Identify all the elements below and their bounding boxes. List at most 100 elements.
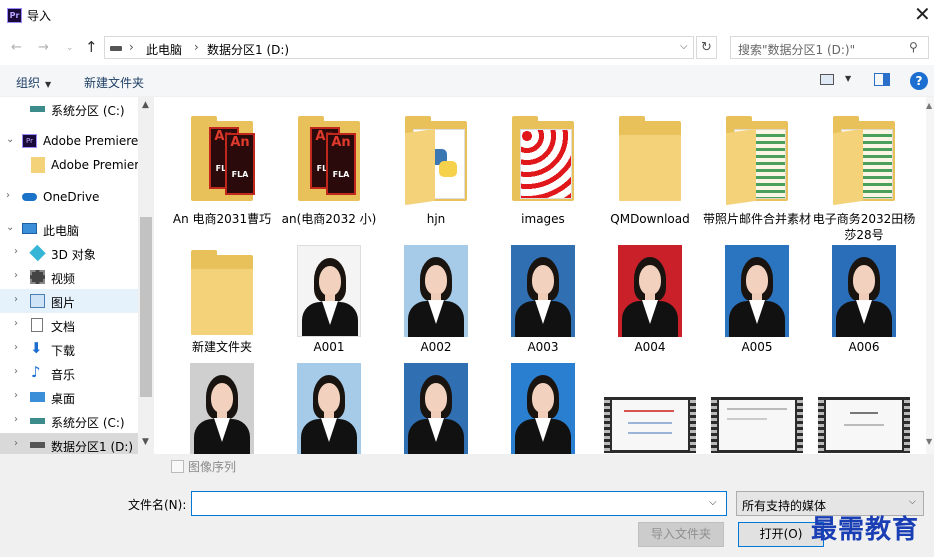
address-dropdown-icon[interactable]: ⌵	[680, 41, 688, 52]
breadcrumb-this-pc[interactable]: 此电脑	[146, 41, 182, 58]
filename-label: 文件名(N):	[128, 498, 187, 512]
nav-item-system-c[interactable]: › 系统分区 (C:)	[0, 409, 138, 433]
file-name: images	[521, 212, 565, 226]
file-list: An FLA An FLA An 电商2031曹巧 An FLA An FLA an(电…	[154, 97, 934, 454]
file-name: A002	[420, 340, 452, 354]
file-name: 新建文件夹	[191, 340, 252, 354]
video-thumbnail	[604, 397, 696, 453]
expand-chevron-icon[interactable]: ›	[14, 438, 18, 449]
an-folder-thumbnail: An FLA An FLA	[279, 109, 379, 209]
nav-item-desktop[interactable]: › 桌面	[0, 385, 138, 409]
import-folder-button[interactable]: 导入文件夹	[638, 522, 724, 547]
expand-chevron-icon[interactable]: ›	[14, 342, 18, 353]
download-icon: ⬇	[30, 339, 43, 357]
cloud-icon	[22, 193, 37, 201]
change-view-icon[interactable]	[820, 74, 834, 85]
refresh-icon[interactable]: ↻	[696, 36, 717, 59]
expand-chevron-icon[interactable]: ⌄	[6, 222, 14, 233]
filename-dropdown-icon[interactable]: ⌵	[709, 497, 717, 508]
scroll-down-icon[interactable]: ▼	[142, 437, 149, 447]
watermark-logo: 最需教育	[811, 515, 920, 545]
recent-locations-chevron-icon[interactable]: ⌄	[66, 43, 74, 53]
new-folder-button[interactable]: 新建文件夹	[84, 74, 144, 91]
expand-chevron-icon[interactable]: ›	[14, 294, 18, 305]
folder-icon	[726, 116, 788, 206]
nav-item-pictures[interactable]: › 图片	[0, 289, 138, 313]
video-icon	[30, 270, 45, 284]
organize-caret-icon: ▼	[45, 80, 52, 89]
expand-chevron-icon[interactable]: ⌄	[6, 134, 14, 145]
back-arrow-icon[interactable]: ←	[11, 40, 22, 55]
nav-item-label: OneDrive	[43, 190, 100, 204]
video-thumbnail	[711, 397, 803, 453]
video-thumbnail	[818, 397, 910, 453]
expand-chevron-icon[interactable]: ›	[6, 190, 10, 201]
view-options-caret-icon[interactable]: ▼	[845, 74, 851, 83]
nav-item-label: 3D 对象	[51, 248, 96, 262]
scroll-up-icon[interactable]: ▲	[142, 100, 149, 110]
expand-chevron-icon[interactable]: ›	[14, 246, 18, 257]
file-name: A005	[741, 340, 773, 354]
folder-icon	[833, 116, 895, 206]
desktop-icon	[30, 392, 45, 402]
search-placeholder: 搜索"数据分区1 (D:)"	[738, 43, 856, 57]
file-name: A001	[313, 340, 345, 354]
content-scrollbar[interactable]: ▲ ▼	[926, 97, 934, 454]
nav-item-videos[interactable]: › 视频	[0, 265, 138, 289]
organize-menu[interactable]: 组织 ▼	[16, 74, 51, 91]
preview-pane-icon[interactable]	[874, 73, 890, 86]
nav-item-adobe-premiere[interactable]: ⌄ Pr Adobe Premiere	[0, 129, 138, 153]
image-sequence-checkbox[interactable]	[171, 460, 184, 473]
ecommerce-folder-thumbnail	[814, 109, 914, 209]
photo-thumbnail	[618, 245, 682, 337]
drive-icon	[30, 442, 45, 448]
documents-icon	[31, 318, 43, 332]
nav-item-label: 系统分区 (C:)	[51, 416, 125, 430]
bottom-panel: 图像序列 文件名(N): ⌵ 所有支持的媒体 ⌵ 导入文件夹 打开(O) 最需教…	[0, 454, 934, 557]
breadcrumb-drive-d[interactable]: 数据分区1 (D:)	[207, 41, 289, 58]
nav-item-label: 此电脑	[43, 224, 80, 238]
close-icon[interactable]: ✕	[914, 3, 931, 25]
an-folder-thumbnail: An FLA An FLA	[172, 109, 272, 209]
image-sequence-label: 图像序列	[188, 460, 237, 474]
nav-item-system-c-top[interactable]: 系统分区 (C:)	[0, 97, 138, 121]
qmdownload-folder-thumbnail	[600, 109, 700, 209]
expand-chevron-icon[interactable]: ›	[14, 414, 18, 425]
up-arrow-icon[interactable]: ↑	[85, 38, 98, 56]
expand-chevron-icon[interactable]: ›	[14, 270, 18, 281]
nav-scrollbar[interactable]: ▲ ▼	[138, 97, 154, 454]
title-bar: Pr 导入 ✕	[0, 0, 934, 31]
nav-item-label: Adobe Premiere	[43, 134, 139, 148]
nav-item-music[interactable]: › ♪ 音乐	[0, 361, 138, 385]
filename-input[interactable]	[191, 491, 727, 516]
breadcrumb-separator-icon: ›	[129, 40, 134, 54]
help-icon[interactable]: ?	[910, 72, 928, 90]
scroll-up-icon[interactable]: ▲	[926, 101, 932, 110]
nav-item-adobe-premier-folder[interactable]: Adobe Premier	[0, 153, 139, 177]
command-bar: 组织 ▼ 新建文件夹 ▼ ?	[0, 65, 934, 97]
photo-thumbnail	[511, 245, 575, 337]
nav-scroll-thumb[interactable]	[140, 217, 152, 397]
nav-item-3d-objects[interactable]: › 3D 对象	[0, 241, 138, 265]
navigation-row: ← → ⌄ ↑ › 此电脑 › 数据分区1 (D:) ⌵ ↻ 搜索"数据分区1 …	[0, 31, 934, 65]
expand-chevron-icon[interactable]: ›	[14, 390, 18, 401]
nav-item-data-d[interactable]: › 数据分区1 (D:)	[0, 433, 138, 454]
nav-item-downloads[interactable]: › ⬇ 下载	[0, 337, 138, 361]
search-input[interactable]: 搜索"数据分区1 (D:)" ⚲	[730, 36, 929, 59]
photo-thumbnail	[725, 245, 789, 337]
nav-item-onedrive[interactable]: › OneDrive	[0, 185, 138, 209]
file-name: An 电商2031曹巧	[172, 212, 272, 226]
expand-chevron-icon[interactable]: ›	[14, 366, 18, 377]
file-name: A004	[634, 340, 666, 354]
nav-item-label: 文档	[51, 320, 76, 334]
nav-item-label: 桌面	[51, 392, 76, 406]
forward-arrow-icon[interactable]: →	[38, 40, 49, 55]
pictures-icon	[30, 294, 45, 308]
nav-item-this-pc[interactable]: ⌄ 此电脑	[0, 217, 138, 241]
photo-thumbnail	[297, 363, 361, 454]
nav-item-documents[interactable]: › 文档	[0, 313, 138, 337]
expand-chevron-icon[interactable]: ›	[14, 318, 18, 329]
address-bar[interactable]: › 此电脑 › 数据分区1 (D:) ⌵	[104, 36, 694, 59]
scroll-down-icon[interactable]: ▼	[926, 437, 932, 446]
folder-icon: An FLA An FLA	[191, 116, 255, 201]
